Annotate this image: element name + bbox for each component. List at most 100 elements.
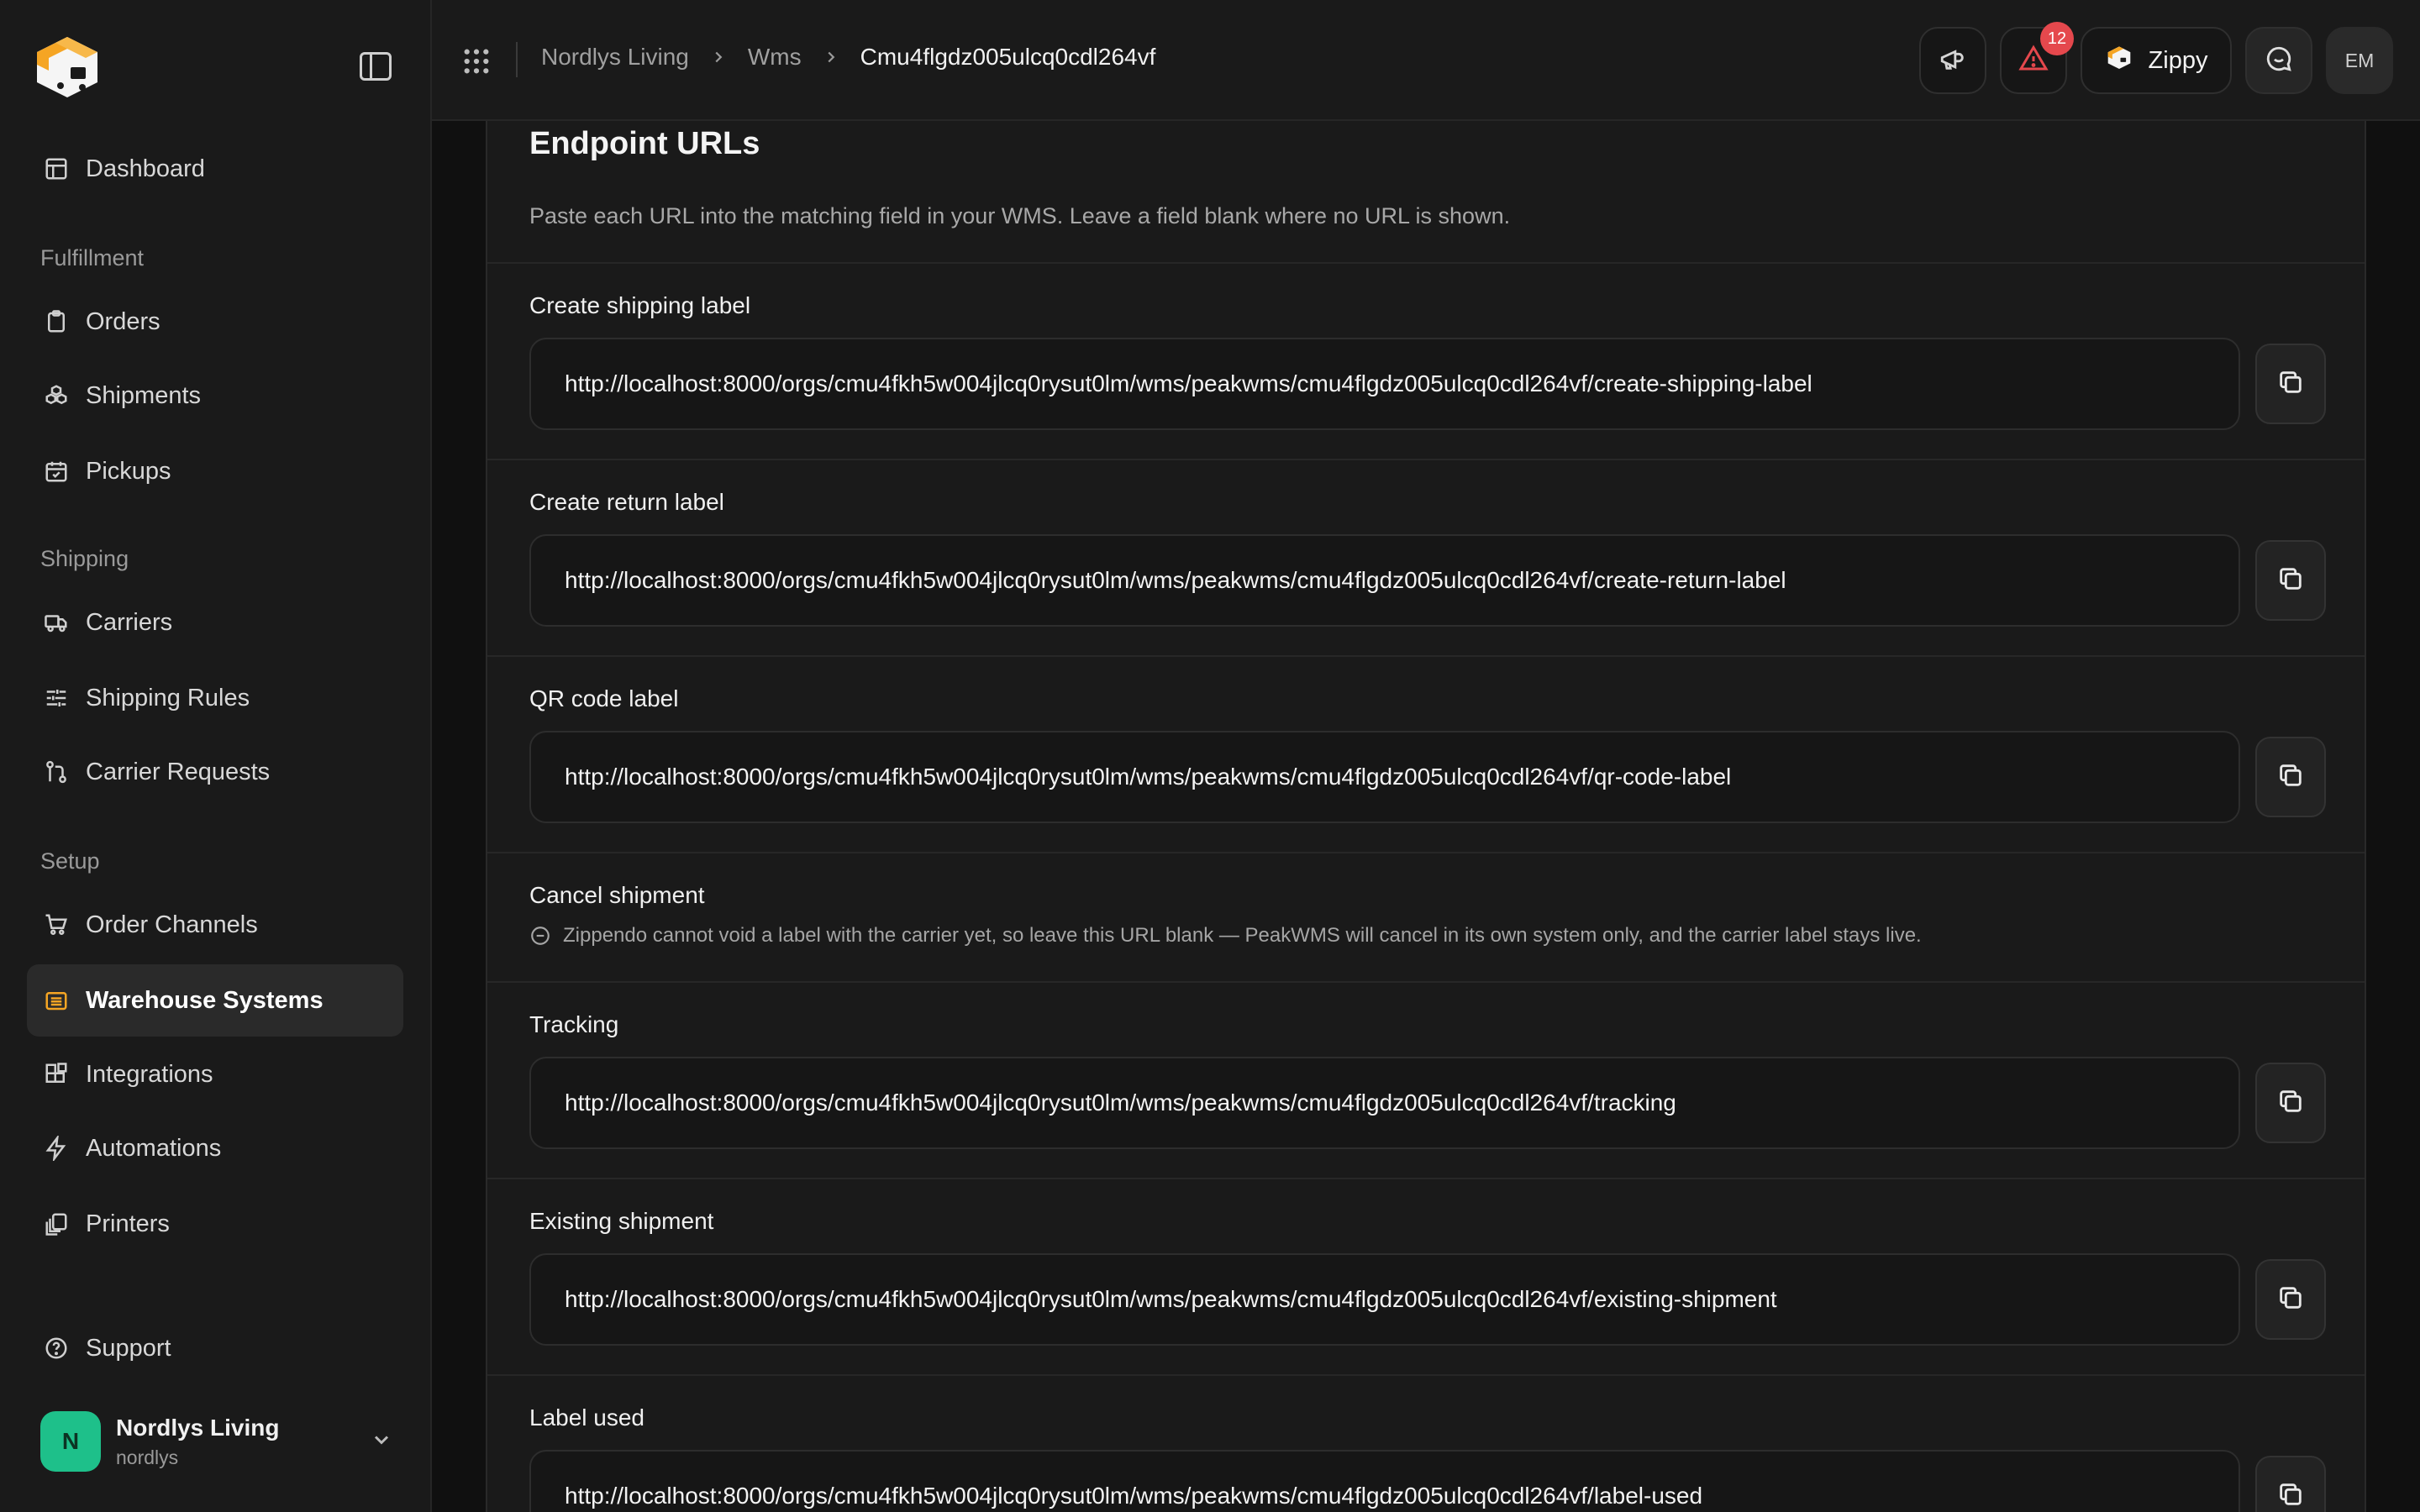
copy-icon xyxy=(2276,368,2305,401)
sidebar-item-shipping-rules[interactable]: Shipping Rules xyxy=(27,662,403,734)
divider xyxy=(487,1178,2365,1179)
chat-button[interactable] xyxy=(2245,27,2312,94)
announcements-button[interactable] xyxy=(1919,27,1986,94)
sidebar-item-carrier-requests[interactable]: Carrier Requests xyxy=(27,736,403,808)
printer-stack-icon xyxy=(42,1210,71,1238)
sidebar-item-support[interactable]: Support xyxy=(27,1312,403,1384)
dashboard-icon xyxy=(42,155,71,183)
qr-code-label-heading: QR code label xyxy=(529,685,679,711)
sidebar-item-automations[interactable]: Automations xyxy=(27,1112,403,1184)
sidebar-item-pickups[interactable]: Pickups xyxy=(27,435,403,507)
divider xyxy=(487,1374,2365,1376)
minus-circle-icon xyxy=(529,925,551,947)
copy-icon xyxy=(2276,761,2305,794)
cancel-shipment-note: Zippendo cannot void a label with the ca… xyxy=(529,924,1922,948)
sidebar-item-integrations[interactable]: Integrations xyxy=(27,1038,403,1110)
sidebar-toggle-icon[interactable] xyxy=(360,52,392,81)
divider xyxy=(487,262,2365,264)
copy-icon xyxy=(2276,1480,2305,1512)
user-avatar[interactable]: EM xyxy=(2326,27,2393,94)
card-title: Endpoint URLs xyxy=(529,126,760,161)
label-used-url-field[interactable]: http://localhost:8000/orgs/cmu4fkh5w004j… xyxy=(529,1450,2240,1512)
create-return-label-heading: Create return label xyxy=(529,489,724,515)
sidebar-item-label: Integrations xyxy=(86,1060,213,1088)
brand-cube-icon xyxy=(2105,43,2133,78)
chevron-right-icon xyxy=(709,48,728,66)
org-avatar: N xyxy=(40,1411,101,1472)
breadcrumb-item-org[interactable]: Nordlys Living xyxy=(541,44,689,71)
org-slug: nordlys xyxy=(116,1446,179,1468)
divider xyxy=(487,852,2365,853)
alerts-button[interactable]: 12 xyxy=(2000,22,2074,94)
chevron-right-icon xyxy=(822,48,840,66)
truck-icon xyxy=(42,608,71,637)
sidebar-item-label: Dashboard xyxy=(86,155,205,182)
create-shipping-label-heading: Create shipping label xyxy=(529,292,751,318)
endpoint-urls-card: Endpoint URLs Paste each URL into the ma… xyxy=(486,121,2366,1512)
sidebar-item-label: Shipments xyxy=(86,381,202,409)
apps-grid-icon[interactable] xyxy=(462,47,491,80)
cancel-shipment-note-text: Zippendo cannot void a label with the ca… xyxy=(563,924,1922,947)
tracking-url-field[interactable]: http://localhost:8000/orgs/cmu4fkh5w004j… xyxy=(529,1057,2240,1149)
blocks-icon xyxy=(42,1060,71,1089)
sidebar-item-label: Shipping Rules xyxy=(86,684,250,711)
card-description: Paste each URL into the matching field i… xyxy=(529,203,1511,228)
section-heading-shipping: Shipping xyxy=(40,546,129,571)
section-heading-setup: Setup xyxy=(40,848,100,874)
copy-qr-code-label-button[interactable] xyxy=(2255,737,2326,817)
app-logo-icon[interactable] xyxy=(29,27,106,104)
megaphone-icon xyxy=(1939,45,1967,77)
divider xyxy=(487,655,2365,657)
sliders-icon xyxy=(42,684,71,712)
alerts-count-badge: 12 xyxy=(2040,22,2074,55)
brand-button[interactable]: Zippy xyxy=(2081,27,2232,94)
org-switcher[interactable]: N Nordlys Living nordlys xyxy=(40,1408,393,1475)
copy-icon xyxy=(2276,1087,2305,1120)
sidebar-item-shipments[interactable]: Shipments xyxy=(27,360,403,432)
divider xyxy=(487,981,2365,983)
create-return-label-url-field[interactable]: http://localhost:8000/orgs/cmu4fkh5w004j… xyxy=(529,534,2240,627)
label-used-heading: Label used xyxy=(529,1404,645,1431)
sidebar-item-dashboard[interactable]: Dashboard xyxy=(27,133,403,205)
copy-existing-shipment-button[interactable] xyxy=(2255,1259,2326,1340)
sidebar-item-label: Carrier Requests xyxy=(86,758,271,785)
sidebar-item-label: Warehouse Systems xyxy=(86,986,324,1014)
breadcrumb-item-wms[interactable]: Wms xyxy=(748,44,802,71)
copy-label-used-button[interactable] xyxy=(2255,1456,2326,1512)
boxes-icon xyxy=(42,381,71,410)
chat-bubble-icon xyxy=(2265,45,2293,77)
git-pull-request-icon xyxy=(42,758,71,786)
sidebar-item-label: Pickups xyxy=(86,457,171,485)
create-shipping-label-url-field[interactable]: http://localhost:8000/orgs/cmu4fkh5w004j… xyxy=(529,338,2240,430)
section-heading-fulfillment: Fulfillment xyxy=(40,245,145,270)
sidebar: Dashboard Fulfillment Orders Shipments P… xyxy=(0,0,432,1512)
lightning-icon xyxy=(42,1134,71,1163)
tracking-heading: Tracking xyxy=(529,1011,619,1037)
top-bar: Nordlys Living Wms Cmu4flgdz005ulcq0cdl2… xyxy=(432,0,2420,121)
sidebar-item-warehouse-systems[interactable]: Warehouse Systems xyxy=(27,964,403,1037)
cancel-shipment-heading: Cancel shipment xyxy=(529,882,705,908)
brand-button-label: Zippy xyxy=(2148,46,2208,74)
copy-create-return-label-button[interactable] xyxy=(2255,540,2326,621)
cart-icon xyxy=(42,911,71,939)
sidebar-item-label: Support xyxy=(86,1334,171,1362)
sidebar-item-carriers[interactable]: Carriers xyxy=(27,586,403,659)
sidebar-item-label: Automations xyxy=(86,1134,222,1162)
main-content: Endpoint URLs Paste each URL into the ma… xyxy=(432,121,2420,1512)
divider xyxy=(516,42,518,77)
sidebar-item-printers[interactable]: Printers xyxy=(27,1188,403,1260)
existing-shipment-url-field[interactable]: http://localhost:8000/orgs/cmu4fkh5w004j… xyxy=(529,1253,2240,1346)
copy-create-shipping-label-button[interactable] xyxy=(2255,344,2326,424)
help-circle-icon xyxy=(42,1334,71,1362)
sidebar-item-order-channels[interactable]: Order Channels xyxy=(27,889,403,961)
sidebar-item-orders[interactable]: Orders xyxy=(27,286,403,358)
copy-tracking-button[interactable] xyxy=(2255,1063,2326,1143)
sidebar-item-label: Orders xyxy=(86,307,160,335)
sidebar-item-label: Carriers xyxy=(86,608,173,636)
sidebar-item-label: Printers xyxy=(86,1210,170,1237)
qr-code-label-url-field[interactable]: http://localhost:8000/orgs/cmu4fkh5w004j… xyxy=(529,731,2240,823)
existing-shipment-heading: Existing shipment xyxy=(529,1208,714,1234)
copy-icon xyxy=(2276,1284,2305,1316)
sidebar-item-label: Order Channels xyxy=(86,911,258,938)
breadcrumb-item-current: Cmu4flgdz005ulcq0cdl264vf xyxy=(860,44,1156,70)
